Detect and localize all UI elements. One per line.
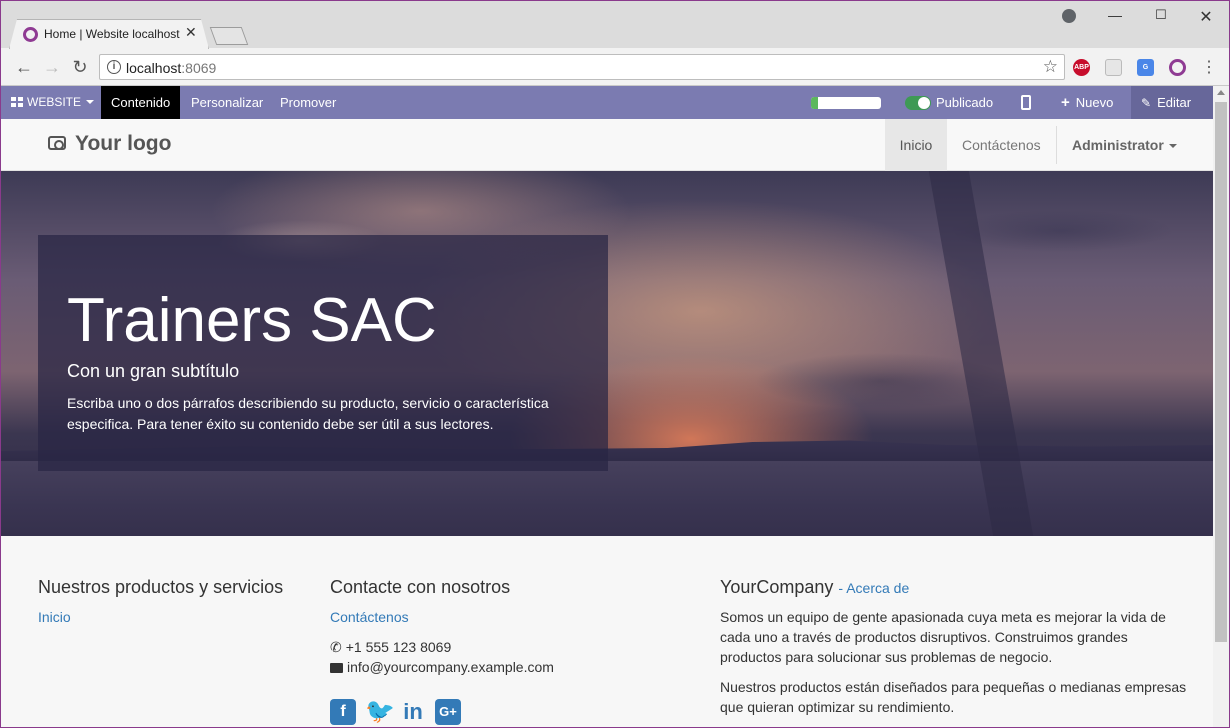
google-translate-icon[interactable]: G (1137, 59, 1154, 76)
url-text: localhost:8069 (126, 60, 217, 76)
reload-icon[interactable]: ↻ (69, 57, 91, 78)
toolbar-item-contenido[interactable]: Contenido (101, 86, 181, 119)
toolbar-item-personalizar[interactable]: Personalizar (181, 86, 273, 119)
envelope-icon (330, 663, 343, 673)
company-heading: YourCompany - Acerca de (720, 577, 910, 597)
user-menu[interactable]: Administrator (1057, 119, 1192, 171)
tab-close-icon[interactable]: ✕ (185, 24, 197, 41)
about-text-1: Somos un equipo de gente apasionada cuya… (720, 609, 1166, 665)
window-close-icon[interactable]: ✕ (1196, 7, 1216, 27)
seo-progress-bar[interactable] (811, 97, 881, 109)
hero-subtitle: Con un gran subtítulo (67, 361, 240, 381)
site-header: Your logo Inicio Contáctenos Administrat… (1, 119, 1213, 171)
odoo-favicon-icon (23, 27, 38, 42)
about-link[interactable]: - Acerca de (838, 580, 909, 596)
minimize-icon[interactable]: — (1105, 7, 1125, 23)
email-line: info@yourcompany.example.com (330, 657, 554, 677)
twitter-icon[interactable]: 🐦 (365, 699, 395, 725)
products-heading: Nuestros productos y servicios (38, 577, 284, 597)
plus-icon: + (1061, 94, 1070, 111)
site-logo[interactable]: Your logo (48, 132, 171, 156)
progress-fill (811, 97, 818, 109)
facebook-icon[interactable]: f (330, 699, 356, 725)
pencil-icon: ✎ (1141, 96, 1152, 110)
website-menu-button[interactable]: WEBSITE (1, 86, 104, 119)
scrollbar-thumb[interactable] (1215, 102, 1227, 642)
phone-line: ✆ +1 555 123 8069 (330, 639, 452, 655)
hero-banner: Trainers SAC Con un gran subtítulo Escri… (1, 171, 1213, 536)
about-text-2: Nuestros productos están diseñados para … (720, 679, 1187, 715)
site-footer: Nuestros productos y servicios Inicio Co… (1, 536, 1213, 727)
maximize-icon[interactable]: ☐ (1151, 7, 1171, 23)
odoo-extension-icon[interactable] (1169, 59, 1186, 76)
new-button[interactable]: + Nuevo (1051, 86, 1123, 119)
contact-heading: Contacte con nosotros (330, 577, 511, 597)
odoo-website-toolbar: WEBSITE Contenido Personalizar Promover … (1, 86, 1213, 119)
back-icon[interactable]: ← (13, 57, 35, 78)
caret-down-icon (86, 100, 95, 104)
url-input[interactable]: i localhost:8069 ☆ (99, 54, 1065, 80)
website-page: Your logo Inicio Contáctenos Administrat… (1, 119, 1213, 727)
google-plus-icon[interactable]: G+ (435, 699, 461, 725)
caret-down-icon (1168, 144, 1177, 148)
apps-grid-icon (11, 97, 23, 107)
forward-icon[interactable]: → (41, 57, 63, 78)
browser-window: Home | Website localhost ✕ — ☐ ✕ ← → ↻ i… (0, 0, 1230, 728)
menu-item-inicio[interactable]: Inicio (885, 119, 947, 171)
menu-item-contactenos[interactable]: Contáctenos (947, 119, 1056, 171)
bookmark-star-icon[interactable]: ☆ (1043, 57, 1058, 77)
info-icon[interactable]: i (107, 60, 121, 74)
linkedin-icon[interactable]: in (400, 699, 426, 725)
browser-menu-icon[interactable]: ⋮ (1201, 57, 1217, 77)
new-tab-button[interactable] (209, 27, 249, 45)
page-scrollbar[interactable] (1213, 86, 1229, 727)
scroll-up-icon[interactable] (1217, 90, 1225, 95)
published-label[interactable]: Publicado (926, 86, 1003, 119)
hero-title: Trainers SAC (67, 286, 437, 355)
mobile-preview-icon[interactable] (1021, 95, 1031, 110)
title-bar: Home | Website localhost ✕ — ☐ ✕ (1, 1, 1229, 49)
toolbar-item-promover[interactable]: Promover (270, 86, 346, 119)
extension-grid-icon[interactable] (1105, 59, 1122, 76)
edit-button[interactable]: ✎ Editar (1131, 86, 1213, 119)
products-link-inicio[interactable]: Inicio (38, 609, 71, 625)
contact-link[interactable]: Contáctenos (330, 609, 409, 625)
tab-title: Home | Website localhost (44, 27, 180, 41)
hero-text: Escriba uno o dos párrafos describiendo … (67, 395, 549, 432)
hero-caption-box: Trainers SAC Con un gran subtítulo Escri… (38, 235, 608, 471)
phone-icon: ✆ (330, 639, 342, 655)
adblock-icon[interactable]: ABP (1073, 59, 1090, 76)
profile-icon[interactable] (1062, 9, 1076, 23)
address-bar: ← → ↻ i localhost:8069 ☆ ABP G ⋮ (1, 49, 1229, 86)
camera-icon (48, 136, 66, 150)
